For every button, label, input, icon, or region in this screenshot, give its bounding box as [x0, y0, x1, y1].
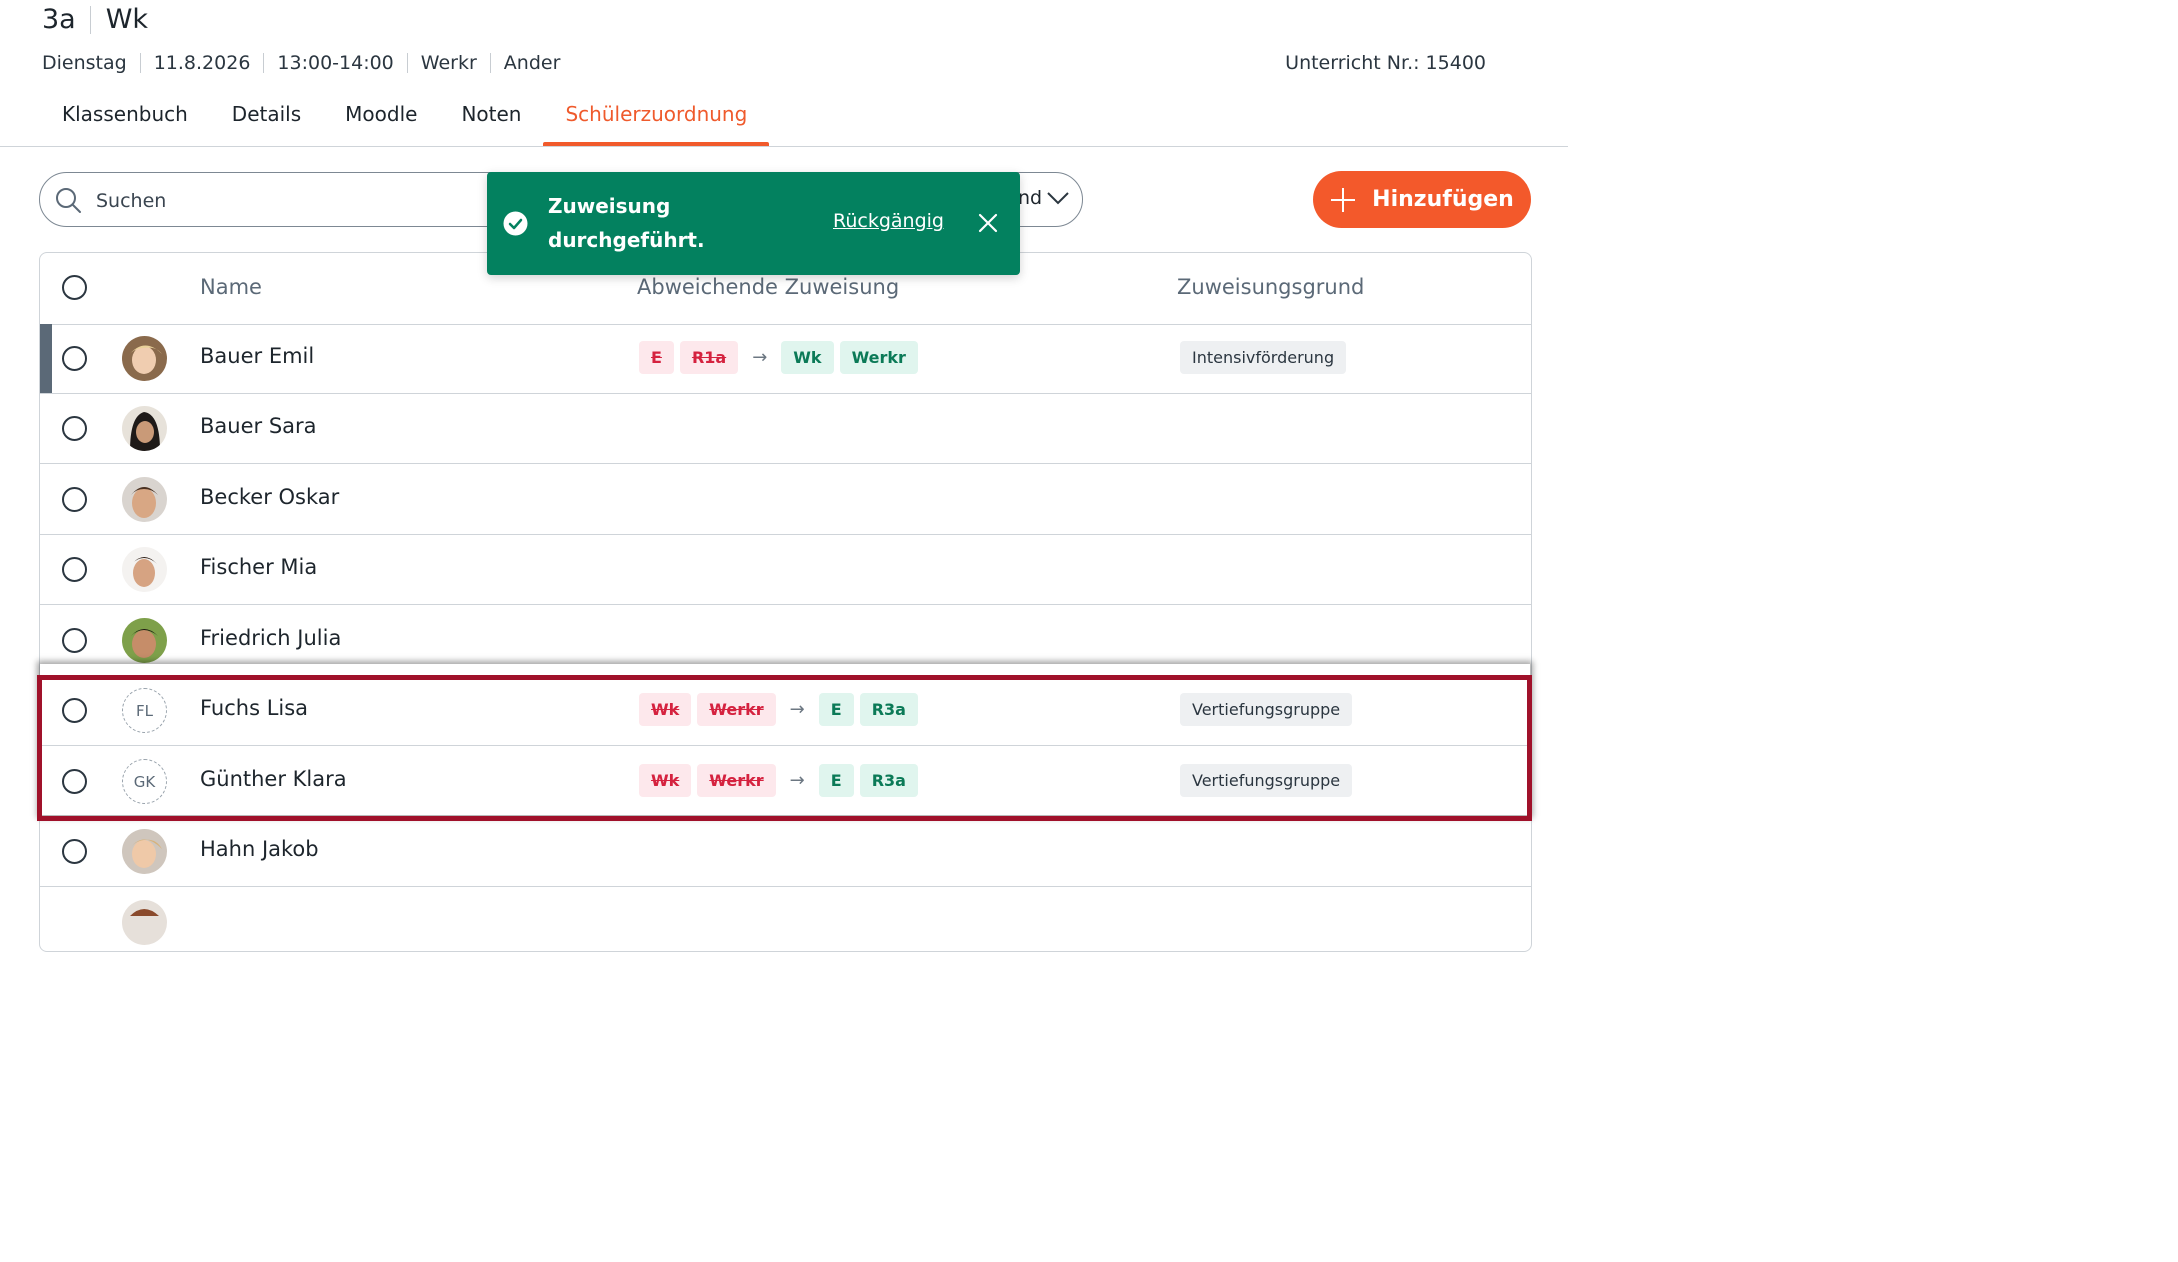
row-select-radio[interactable] — [62, 839, 87, 864]
meta-time: 13:00-14:00 — [277, 52, 394, 74]
check-circle-icon — [503, 211, 528, 236]
tab-details[interactable]: Details — [210, 98, 323, 144]
avatar — [122, 336, 167, 381]
add-button-label: Hinzufügen — [1372, 187, 1514, 212]
table-row[interactable]: Bauer Sara — [40, 394, 1531, 464]
student-name: Hahn Jakob — [200, 837, 319, 861]
arrow-right-icon: → — [752, 347, 768, 368]
meta-divider — [406, 53, 408, 73]
lesson-meta: Dienstag 11.8.2026 13:00-14:00 Werkr And… — [42, 52, 560, 74]
add-button[interactable]: Hinzufügen — [1313, 171, 1531, 228]
old-assignment-chip: E — [639, 341, 674, 374]
meta-teacher: Ander — [503, 52, 561, 74]
class-label: 3a — [42, 4, 76, 35]
row-select-radio[interactable] — [62, 416, 87, 441]
tab-schuelerzuordnung[interactable]: Schülerzuordnung — [543, 98, 770, 146]
reason-badge: Intensivförderung — [1180, 341, 1347, 374]
column-header-reason: Zuweisungsgrund — [1177, 275, 1365, 299]
meta-date: 11.8.2026 — [153, 52, 251, 74]
subject-label: Wk — [105, 4, 149, 35]
meta-divider — [139, 53, 141, 73]
search-icon — [56, 188, 81, 213]
meta-day: Dienstag — [42, 52, 127, 74]
filter-dropdown[interactable]: nd — [1018, 187, 1070, 209]
old-assignment-chip: R1a — [679, 341, 739, 374]
toast-message: Zuweisung durchgeführt. — [548, 194, 705, 252]
student-table: Name Abweichende Zuweisung Zuweisungsgru… — [39, 252, 1532, 952]
student-name: Bauer Sara — [200, 414, 317, 438]
avatar — [122, 406, 167, 451]
tab-moodle[interactable]: Moodle — [323, 98, 439, 144]
search-input[interactable] — [94, 184, 478, 218]
select-all-radio[interactable] — [62, 275, 87, 300]
tab-noten[interactable]: Noten — [439, 98, 543, 144]
new-assignment-chip: Wk — [781, 341, 834, 374]
page-title: 3a Wk — [42, 4, 148, 35]
column-header-assignment: Abweichende Zuweisung — [637, 275, 900, 299]
tab-klassenbuch[interactable]: Klassenbuch — [40, 98, 210, 144]
table-row[interactable]: Fischer Mia — [40, 535, 1531, 605]
title-divider — [89, 5, 91, 34]
table-row[interactable]: Hahn Jakob — [40, 817, 1531, 887]
student-name: Friedrich Julia — [200, 626, 342, 650]
avatar — [122, 477, 167, 522]
student-name: Bauer Emil — [200, 344, 315, 368]
lesson-number: Unterricht Nr.: 15400 — [1285, 52, 1486, 74]
row-active-indicator — [40, 324, 52, 393]
table-row[interactable]: Bauer Emil E R1a → Wk Werkr Intensivförd… — [40, 324, 1531, 394]
undo-link[interactable]: Rückgängig — [833, 210, 944, 232]
column-header-name: Name — [200, 275, 262, 299]
student-name: Becker Oskar — [200, 485, 340, 509]
tab-bar: Klassenbuch Details Moodle Noten Schüler… — [40, 98, 770, 146]
avatar — [122, 547, 167, 592]
plus-icon — [1331, 187, 1356, 212]
row-select-radio[interactable] — [62, 628, 87, 653]
table-row[interactable]: Becker Oskar — [40, 465, 1531, 535]
meta-room: Werkr — [420, 52, 477, 74]
student-name: Fischer Mia — [200, 555, 318, 579]
chevron-down-icon — [1047, 192, 1069, 205]
avatar — [122, 900, 167, 945]
row-select-radio[interactable] — [62, 557, 87, 582]
filter-label: nd — [1018, 187, 1043, 209]
meta-divider — [263, 53, 265, 73]
highlight-box — [37, 675, 1532, 821]
new-assignment-chip: Werkr — [839, 341, 918, 374]
tab-divider — [0, 146, 1568, 147]
success-toast: Zuweisung durchgeführt. Rückgängig — [487, 172, 1020, 275]
meta-divider — [489, 53, 491, 73]
close-icon[interactable] — [977, 212, 999, 234]
table-row[interactable] — [40, 888, 1531, 951]
row-select-radio[interactable] — [62, 346, 87, 371]
row-select-radio[interactable] — [62, 487, 87, 512]
avatar — [122, 829, 167, 874]
assignment-chips: E R1a → Wk Werkr — [639, 341, 924, 374]
avatar — [122, 618, 167, 663]
